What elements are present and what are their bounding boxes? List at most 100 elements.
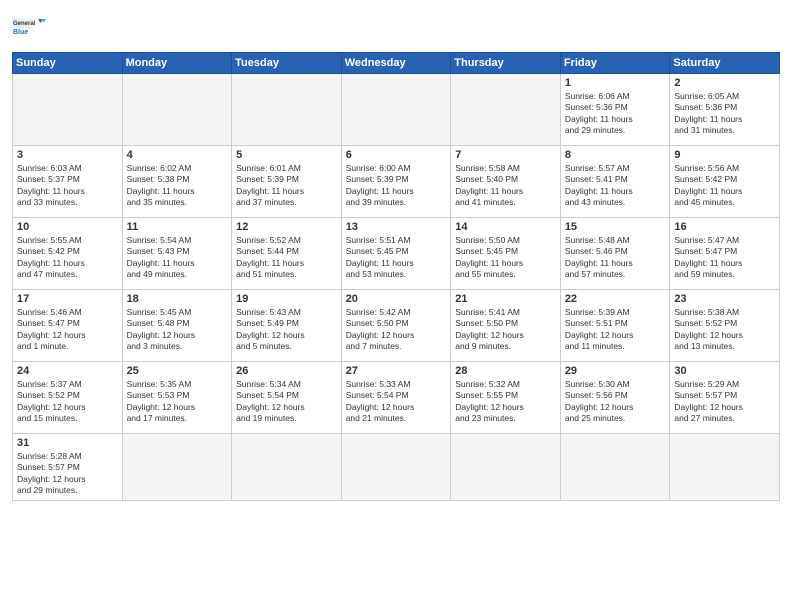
calendar-cell: 19Sunrise: 5:43 AM Sunset: 5:49 PM Dayli… xyxy=(232,290,342,362)
day-number: 7 xyxy=(455,149,556,161)
day-info: Sunrise: 5:29 AM Sunset: 5:57 PM Dayligh… xyxy=(674,379,775,425)
svg-text:Blue: Blue xyxy=(13,29,28,36)
day-info: Sunrise: 5:45 AM Sunset: 5:48 PM Dayligh… xyxy=(127,307,228,353)
day-number: 6 xyxy=(346,149,447,161)
day-number: 25 xyxy=(127,365,228,377)
weekday-header-sunday: Sunday xyxy=(13,53,123,74)
day-number: 28 xyxy=(455,365,556,377)
day-info: Sunrise: 6:02 AM Sunset: 5:38 PM Dayligh… xyxy=(127,163,228,209)
calendar-cell: 16 Sunrise: 5:47 AM Sunset: 5:47 PM Dayli… xyxy=(670,218,780,290)
day-number: 26 xyxy=(236,365,337,377)
calendar-cell xyxy=(670,434,780,501)
calendar-cell: 9Sunrise: 5:56 AM Sunset: 5:42 PM Daylig… xyxy=(670,146,780,218)
day-number: 4 xyxy=(127,149,228,161)
day-info: Sunrise: 5:33 AM Sunset: 5:54 PM Dayligh… xyxy=(346,379,447,425)
calendar-cell xyxy=(341,74,451,146)
day-info: Sunrise: 6:01 AM Sunset: 5:39 PM Dayligh… xyxy=(236,163,337,209)
day-info: Sunrise: 5:51 AM Sunset: 5:45 PM Dayligh… xyxy=(346,235,447,281)
day-info: Sunrise: 6:00 AM Sunset: 5:39 PM Dayligh… xyxy=(346,163,447,209)
calendar-cell: 10 Sunrise: 5:55 AM Sunset: 5:42 PM Dayli… xyxy=(13,218,123,290)
svg-text:General: General xyxy=(13,21,36,27)
day-info: Sunrise: 5:48 AM Sunset: 5:46 PM Dayligh… xyxy=(565,235,666,281)
calendar-week-row: 17Sunrise: 5:46 AM Sunset: 5:47 PM Dayli… xyxy=(13,290,780,362)
weekday-header-saturday: Saturday xyxy=(670,53,780,74)
calendar-cell: 20 Sunrise: 5:42 AM Sunset: 5:50 PM Dayli… xyxy=(341,290,451,362)
day-info: Sunrise: 5:50 AM Sunset: 5:45 PM Dayligh… xyxy=(455,235,556,281)
day-info: Sunrise: 5:55 AM Sunset: 5:42 PM Dayligh… xyxy=(17,235,118,281)
day-info: Sunrise: 5:47 AM Sunset: 5:47 PM Dayligh… xyxy=(674,235,775,281)
day-info: Sunrise: 5:57 AM Sunset: 5:41 PM Dayligh… xyxy=(565,163,666,209)
day-number: 18 xyxy=(127,293,228,305)
weekday-header-thursday: Thursday xyxy=(451,53,561,74)
calendar-cell xyxy=(232,74,342,146)
calendar-cell: 12 Sunrise: 5:52 AM Sunset: 5:44 PM Dayli… xyxy=(232,218,342,290)
calendar-cell: 7Sunrise: 5:58 AM Sunset: 5:40 PM Daylig… xyxy=(451,146,561,218)
calendar-cell: 17Sunrise: 5:46 AM Sunset: 5:47 PM Dayli… xyxy=(13,290,123,362)
day-info: Sunrise: 5:41 AM Sunset: 5:50 PM Dayligh… xyxy=(455,307,556,353)
day-number: 31 xyxy=(17,437,118,449)
calendar-week-row: 24Sunrise: 5:37 AM Sunset: 5:52 PM Dayli… xyxy=(13,362,780,434)
day-number: 30 xyxy=(674,365,775,377)
day-info: Sunrise: 6:03 AM Sunset: 5:37 PM Dayligh… xyxy=(17,163,118,209)
day-number: 15 xyxy=(565,221,666,233)
calendar-cell: 18 Sunrise: 5:45 AM Sunset: 5:48 PM Dayli… xyxy=(122,290,232,362)
calendar-cell: 5 Sunrise: 6:01 AM Sunset: 5:39 PM Daylig… xyxy=(232,146,342,218)
calendar-week-row: 1 Sunrise: 6:06 AM Sunset: 5:36 PM Daylig… xyxy=(13,74,780,146)
weekday-header-wednesday: Wednesday xyxy=(341,53,451,74)
day-number: 11 xyxy=(127,221,228,233)
day-info: Sunrise: 5:38 AM Sunset: 5:52 PM Dayligh… xyxy=(674,307,775,353)
day-number: 14 xyxy=(455,221,556,233)
calendar-cell: 1 Sunrise: 6:06 AM Sunset: 5:36 PM Daylig… xyxy=(560,74,670,146)
calendar-cell xyxy=(451,74,561,146)
calendar-cell xyxy=(122,74,232,146)
calendar-cell: 14 Sunrise: 5:50 AM Sunset: 5:45 PM Dayli… xyxy=(451,218,561,290)
calendar-cell xyxy=(560,434,670,501)
calendar-week-row: 3 Sunrise: 6:03 AM Sunset: 5:37 PM Daylig… xyxy=(13,146,780,218)
weekday-header-tuesday: Tuesday xyxy=(232,53,342,74)
calendar-cell xyxy=(232,434,342,501)
day-info: Sunrise: 5:46 AM Sunset: 5:47 PM Dayligh… xyxy=(17,307,118,353)
day-number: 29 xyxy=(565,365,666,377)
calendar-cell: 29Sunrise: 5:30 AM Sunset: 5:56 PM Dayli… xyxy=(560,362,670,434)
calendar-cell: 23 Sunrise: 5:38 AM Sunset: 5:52 PM Dayli… xyxy=(670,290,780,362)
day-info: Sunrise: 5:56 AM Sunset: 5:42 PM Dayligh… xyxy=(674,163,775,209)
day-number: 1 xyxy=(565,77,666,89)
page-container: General Blue SundayMondayTuesdayWednesda… xyxy=(0,0,792,507)
calendar-cell xyxy=(341,434,451,501)
logo-svg: General Blue xyxy=(12,10,52,46)
day-number: 20 xyxy=(346,293,447,305)
calendar-cell xyxy=(13,74,123,146)
calendar-cell: 21Sunrise: 5:41 AM Sunset: 5:50 PM Dayli… xyxy=(451,290,561,362)
calendar-cell: 25Sunrise: 5:35 AM Sunset: 5:53 PM Dayli… xyxy=(122,362,232,434)
day-info: Sunrise: 5:52 AM Sunset: 5:44 PM Dayligh… xyxy=(236,235,337,281)
weekday-header-friday: Friday xyxy=(560,53,670,74)
day-info: Sunrise: 6:05 AM Sunset: 5:36 PM Dayligh… xyxy=(674,91,775,137)
calendar-table: SundayMondayTuesdayWednesdayThursdayFrid… xyxy=(12,52,780,501)
day-number: 16 xyxy=(674,221,775,233)
calendar-cell: 2Sunrise: 6:05 AM Sunset: 5:36 PM Daylig… xyxy=(670,74,780,146)
day-number: 10 xyxy=(17,221,118,233)
day-number: 23 xyxy=(674,293,775,305)
day-info: Sunrise: 5:54 AM Sunset: 5:43 PM Dayligh… xyxy=(127,235,228,281)
calendar-cell: 6 Sunrise: 6:00 AM Sunset: 5:39 PM Daylig… xyxy=(341,146,451,218)
logo: General Blue xyxy=(12,10,52,46)
day-number: 24 xyxy=(17,365,118,377)
calendar-week-row: 31 Sunrise: 5:28 AM Sunset: 5:57 PM Dayli… xyxy=(13,434,780,501)
day-number: 12 xyxy=(236,221,337,233)
calendar-cell: 26 Sunrise: 5:34 AM Sunset: 5:54 PM Dayli… xyxy=(232,362,342,434)
calendar-cell: 4 Sunrise: 6:02 AM Sunset: 5:38 PM Daylig… xyxy=(122,146,232,218)
day-info: Sunrise: 5:28 AM Sunset: 5:57 PM Dayligh… xyxy=(17,451,118,497)
day-number: 3 xyxy=(17,149,118,161)
calendar-cell xyxy=(451,434,561,501)
day-number: 22 xyxy=(565,293,666,305)
day-info: Sunrise: 5:34 AM Sunset: 5:54 PM Dayligh… xyxy=(236,379,337,425)
day-info: Sunrise: 6:06 AM Sunset: 5:36 PM Dayligh… xyxy=(565,91,666,137)
calendar-cell: 30 Sunrise: 5:29 AM Sunset: 5:57 PM Dayli… xyxy=(670,362,780,434)
day-number: 5 xyxy=(236,149,337,161)
header: General Blue xyxy=(12,10,780,46)
calendar-cell: 24Sunrise: 5:37 AM Sunset: 5:52 PM Dayli… xyxy=(13,362,123,434)
calendar-cell: 11 Sunrise: 5:54 AM Sunset: 5:43 PM Dayli… xyxy=(122,218,232,290)
weekday-header-row: SundayMondayTuesdayWednesdayThursdayFrid… xyxy=(13,53,780,74)
day-info: Sunrise: 5:32 AM Sunset: 5:55 PM Dayligh… xyxy=(455,379,556,425)
day-info: Sunrise: 5:42 AM Sunset: 5:50 PM Dayligh… xyxy=(346,307,447,353)
